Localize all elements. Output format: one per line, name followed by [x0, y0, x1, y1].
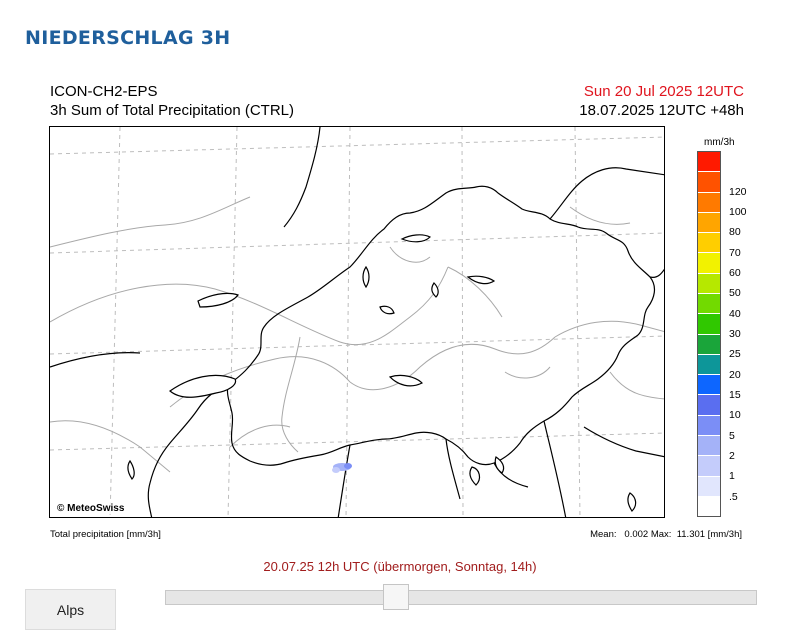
legend-swatch — [698, 435, 720, 457]
legend-swatch — [698, 496, 720, 517]
product-name: 3h Sum of Total Precipitation (CTRL) — [50, 102, 294, 119]
legend-label: 2 — [729, 450, 735, 462]
map-credit: © MeteoSwiss — [55, 503, 127, 514]
legend-swatch — [698, 253, 720, 274]
legend-label: 50 — [729, 287, 741, 300]
legend-labels: 120 100 80 70 60 50 40 30 25 20 15 10 5 2 1 .5 — [729, 151, 769, 517]
legend-swatch — [698, 334, 720, 355]
legend-label: 15 — [729, 389, 741, 401]
legend-label: 30 — [729, 328, 741, 340]
map-canvas — [50, 127, 664, 517]
legend-swatch — [698, 415, 720, 436]
region-alps-button[interactable]: Alps — [25, 589, 116, 630]
legend-swatch — [698, 293, 720, 315]
lakes — [127, 234, 637, 512]
legend-swatch — [698, 375, 720, 396]
page-title: NIEDERSCHLAG 3H — [25, 27, 231, 49]
legend-swatch — [698, 172, 720, 193]
time-slider-track[interactable] — [165, 590, 757, 605]
legend-label: 100 — [729, 206, 747, 218]
footer-unit-note: Total precipitation [mm/3h] — [50, 529, 161, 540]
legend-swatch — [698, 233, 720, 254]
run-time: 18.07.2025 12UTC +48h — [579, 102, 744, 119]
legend-swatch — [698, 354, 720, 376]
valid-time: Sun 20 Jul 2025 12UTC — [583, 83, 744, 100]
legend-swatch — [698, 192, 720, 213]
legend-label: 80 — [729, 226, 741, 239]
region-borders — [50, 196, 664, 473]
legend-label: 5 — [729, 429, 735, 442]
legend-label: 1 — [729, 470, 735, 483]
legend-swatch — [698, 212, 720, 234]
legend-swatch — [698, 152, 720, 173]
timestep-label: 20.07.25 12h UTC (übermorgen, Sonntag, 1… — [263, 559, 537, 574]
legend-label: .5 — [729, 490, 738, 503]
legend-label: 10 — [729, 409, 741, 422]
legend-swatch — [698, 314, 720, 335]
legend-swatch — [698, 395, 720, 416]
precipitation-cells — [332, 463, 352, 473]
legend-swatch — [698, 273, 720, 294]
legend-label: 120 — [729, 185, 747, 198]
legend-color-bar — [697, 151, 721, 517]
map-grid — [50, 127, 664, 517]
legend-swatch — [698, 476, 720, 497]
legend-label: 40 — [729, 307, 741, 320]
country-borders — [50, 127, 664, 517]
legend-unit: mm/3h — [704, 137, 735, 148]
footer-stats: Mean: 0.002 Max: 11.301 [mm/3h] — [590, 529, 742, 540]
model-name: ICON-CH2-EPS — [50, 83, 158, 100]
time-slider-handle[interactable] — [382, 584, 409, 610]
precipitation-map: © MeteoSwiss — [49, 126, 665, 518]
legend-label: 20 — [729, 368, 741, 381]
legend-label: 25 — [729, 348, 741, 361]
legend-label: 70 — [729, 246, 741, 259]
legend-swatch — [698, 456, 720, 477]
legend-label: 60 — [729, 267, 741, 279]
